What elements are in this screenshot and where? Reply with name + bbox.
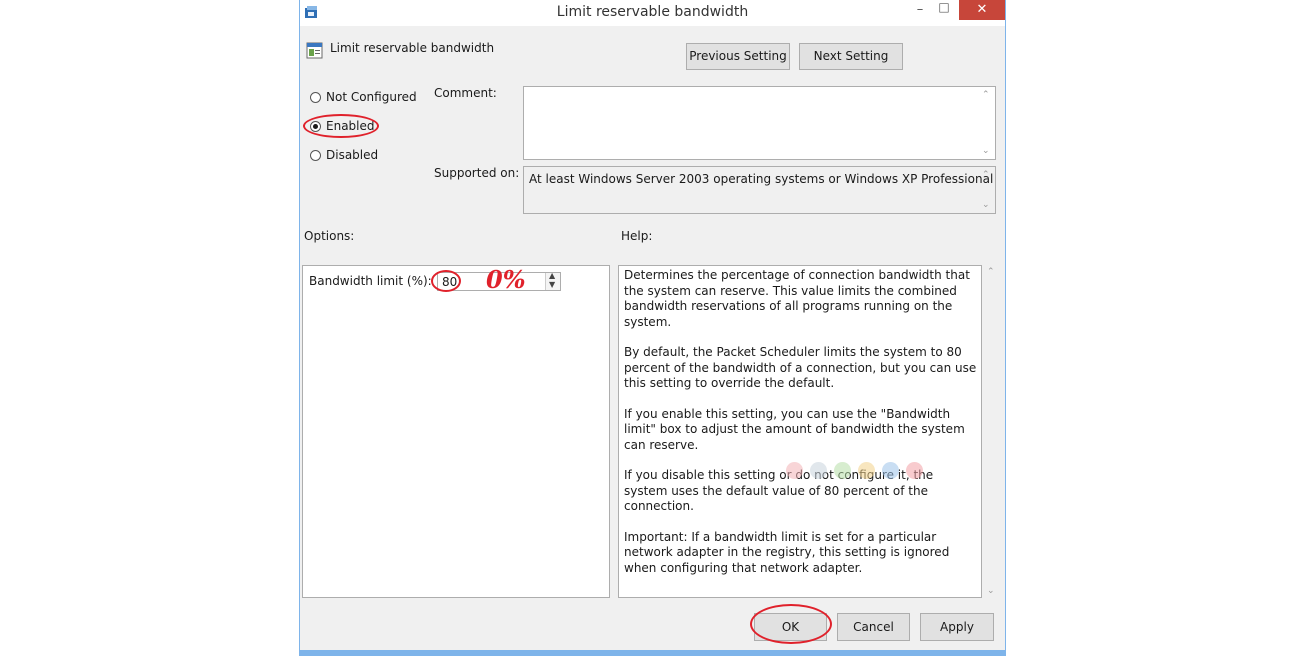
maximize-button[interactable]: □ — [934, 0, 954, 16]
title-bar[interactable]: Limit reservable bandwidth – □ ✕ — [300, 0, 1005, 26]
minimize-button[interactable]: – — [910, 2, 930, 18]
spin-up-icon[interactable]: ▲ — [549, 271, 555, 280]
help-paragraph: Determines the percentage of connection … — [624, 268, 970, 329]
next-setting-button[interactable]: Next Setting — [799, 43, 903, 70]
disabled-label[interactable]: Disabled — [326, 148, 378, 162]
window-bottom-border — [300, 650, 1005, 656]
spin-down-icon[interactable]: ▼ — [549, 280, 555, 289]
close-button[interactable]: ✕ — [959, 0, 1005, 20]
comment-textarea[interactable]: ⌃ ⌄ — [523, 86, 996, 160]
disabled-radio[interactable] — [310, 150, 321, 161]
watermark-dot — [810, 462, 827, 479]
help-panel: Determines the percentage of connection … — [618, 265, 982, 598]
scroll-up-arrow-icon[interactable]: ⌃ — [987, 267, 995, 277]
supported-scrollbar[interactable]: ⌃ ⌄ — [979, 167, 995, 213]
policy-dialog-window: Limit reservable bandwidth – □ ✕ Limit r… — [299, 0, 1006, 656]
watermark-dot — [834, 462, 851, 479]
scroll-down-arrow-icon[interactable]: ⌄ — [982, 146, 990, 156]
not-configured-radio[interactable] — [310, 92, 321, 103]
watermark-dot — [786, 462, 803, 479]
bandwidth-limit-label: Bandwidth limit (%): — [309, 274, 432, 288]
help-scrollbar[interactable]: ⌃ ⌄ — [984, 265, 1000, 598]
help-paragraph: By default, the Packet Scheduler limits … — [624, 345, 977, 390]
watermark-dot — [882, 462, 899, 479]
help-paragraph: If you enable this setting, you can use … — [624, 406, 965, 452]
comment-label: Comment: — [434, 86, 497, 100]
supported-on-label: Supported on: — [434, 166, 520, 180]
not-configured-label[interactable]: Not Configured — [326, 90, 417, 104]
help-text: Determines the percentage of connection … — [624, 268, 978, 591]
policy-name: Limit reservable bandwidth — [330, 41, 495, 55]
apply-button[interactable]: Apply — [920, 613, 994, 641]
scroll-down-arrow-icon[interactable]: ⌄ — [987, 586, 995, 596]
value-annotation-circle — [431, 270, 461, 292]
policy-settings-icon — [306, 42, 323, 59]
spin-buttons[interactable]: ▲ ▼ — [545, 271, 560, 290]
previous-setting-button[interactable]: Previous Setting — [686, 43, 790, 70]
options-panel: Bandwidth limit (%): 80 ▲ ▼ 0% — [302, 265, 610, 598]
supported-on-value: At least Windows Server 2003 operating s… — [529, 172, 994, 186]
scroll-down-arrow-icon[interactable]: ⌄ — [982, 200, 990, 210]
help-paragraph: Important: If a bandwidth limit is set f… — [624, 529, 950, 575]
enabled-annotation-circle — [303, 114, 379, 138]
options-heading: Options: — [304, 229, 355, 243]
watermark-dot — [858, 462, 875, 479]
watermark-dot — [906, 462, 923, 479]
scroll-up-arrow-icon[interactable]: ⌃ — [982, 90, 990, 100]
cancel-button[interactable]: Cancel — [837, 613, 910, 641]
handwritten-zero-percent-annotation: 0% — [486, 265, 526, 294]
window-title: Limit reservable bandwidth — [556, 4, 749, 20]
help-heading: Help: — [621, 229, 653, 243]
ok-annotation-circle — [750, 604, 832, 644]
comment-scrollbar[interactable]: ⌃ ⌄ — [979, 87, 995, 159]
supported-on-field: At least Windows Server 2003 operating s… — [523, 166, 996, 214]
scroll-up-arrow-icon[interactable]: ⌃ — [982, 170, 990, 180]
